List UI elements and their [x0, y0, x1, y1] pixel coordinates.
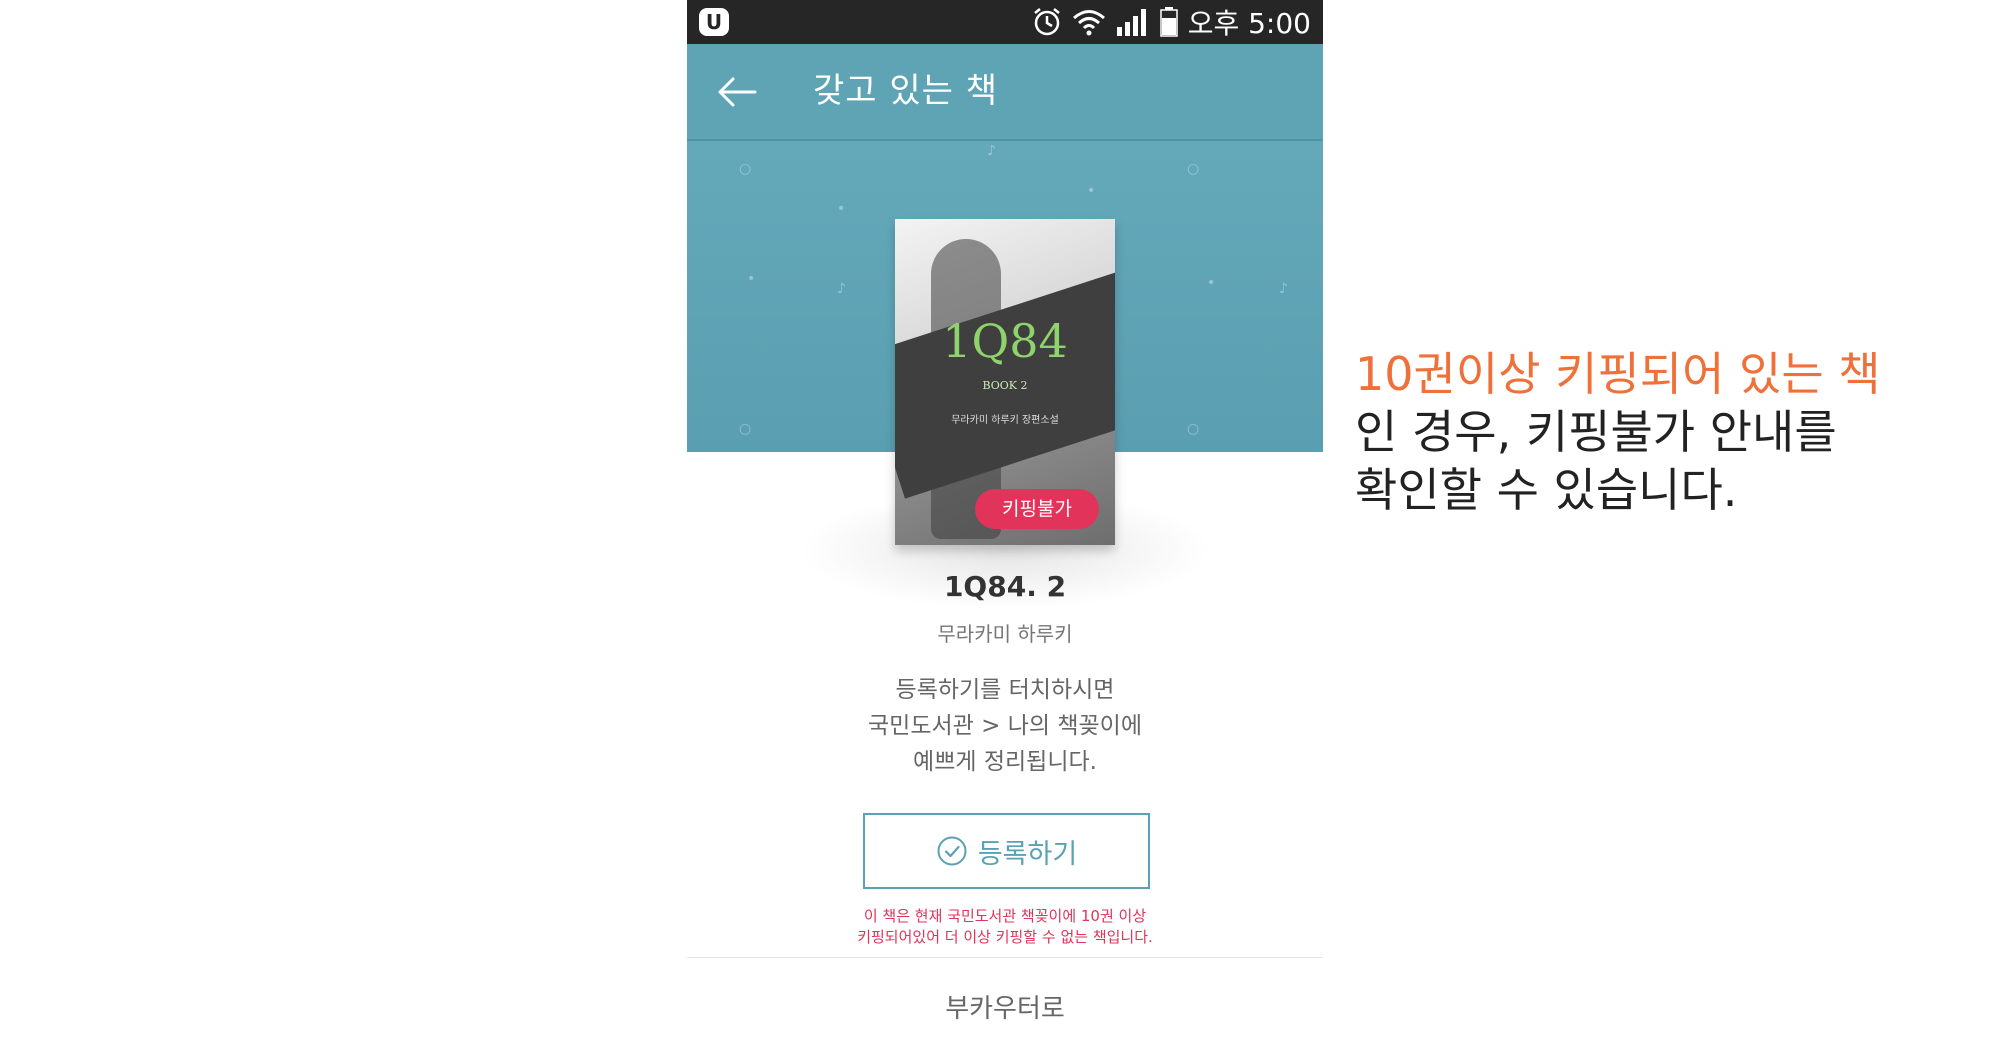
decor-dot-icon: •	[837, 201, 846, 217]
decor-dot-icon: •	[1087, 183, 1096, 199]
cover-title: 1Q84	[942, 314, 1068, 368]
decor-dot-icon: •	[747, 271, 756, 287]
check-circle-icon	[937, 836, 967, 866]
decor-music-icon: ♪	[837, 281, 846, 297]
decor-circle-icon: ○	[1187, 421, 1200, 437]
register-button[interactable]: 등록하기	[863, 813, 1150, 889]
annotation-line: 인 경우, 키핑불가 안내를	[1355, 405, 1837, 459]
battery-icon	[1159, 7, 1178, 37]
status-time: 오후 5:00	[1187, 7, 1311, 40]
wifi-icon	[1072, 10, 1105, 36]
decor-dot-icon: •	[1207, 275, 1216, 291]
annotation-line: 확인할 수 있습니다.	[1355, 463, 1738, 517]
cover-subtitle: BOOK 2	[982, 379, 1028, 392]
divider	[687, 957, 1323, 958]
status-bar: U 오후 5:00	[687, 0, 1323, 44]
register-button-label: 등록하기	[977, 838, 1078, 870]
register-description: 등록하기를 터치하시면 국민도서관 > 나의 책꽂이에 예쁘게 정리됩니다.	[687, 672, 1323, 780]
decor-circle-icon: ○	[739, 421, 752, 437]
book-author: 무라카미 하루키	[937, 622, 1073, 646]
signal-icon	[1116, 9, 1146, 36]
app-bar: 갖고 있는 책	[687, 44, 1323, 141]
alarm-icon	[1033, 8, 1060, 36]
keeping-unavailable-badge: 키핑불가	[975, 489, 1099, 529]
annotation-callout: 10권이상 키핑되어 있는 책 인 경우, 키핑불가 안내를 확인할 수 있습니…	[1355, 345, 1975, 519]
book-cover[interactable]: 1Q84 BOOK 2 무라카미 하루키 장편소설 키핑불가	[895, 219, 1115, 545]
page-title: 갖고 있는 책	[813, 71, 999, 111]
keeping-warning: 이 책은 현재 국민도서관 책꽂이에 10권 이상 키핑되어있어 더 이상 키핑…	[687, 906, 1323, 948]
description-line: 등록하기를 터치하시면	[895, 677, 1115, 703]
warning-line: 키핑되어있어 더 이상 키핑할 수 없는 책입니다.	[857, 928, 1153, 946]
description-line: 국민도서관 > 나의 책꽂이에	[868, 713, 1142, 739]
warning-line: 이 책은 현재 국민도서관 책꽂이에 10권 이상	[863, 907, 1147, 925]
carrier-logo-icon: U	[699, 8, 729, 36]
decor-music-icon: ♪	[1279, 281, 1288, 297]
back-arrow-icon[interactable]	[715, 70, 759, 114]
decor-circle-icon: ○	[739, 161, 752, 177]
footer-link[interactable]: 부카우터로	[687, 988, 1323, 1025]
cover-author: 무라카미 하루키 장편소설	[951, 415, 1059, 426]
description-line: 예쁘게 정리됩니다.	[913, 749, 1097, 775]
book-title: 1Q84. 2	[943, 570, 1067, 603]
decor-music-icon: ♪	[987, 143, 996, 159]
phone-screen: U 오후 5:00 갖고 있는 책 ○ ♪ ○ • • ♪ • ♪ • ○ ○ …	[687, 0, 1323, 1048]
status-icons: 오후 5:00	[1032, 0, 1311, 44]
decor-circle-icon: ○	[1187, 161, 1200, 177]
annotation-highlight: 10권이상 키핑되어 있는 책	[1355, 347, 1881, 401]
